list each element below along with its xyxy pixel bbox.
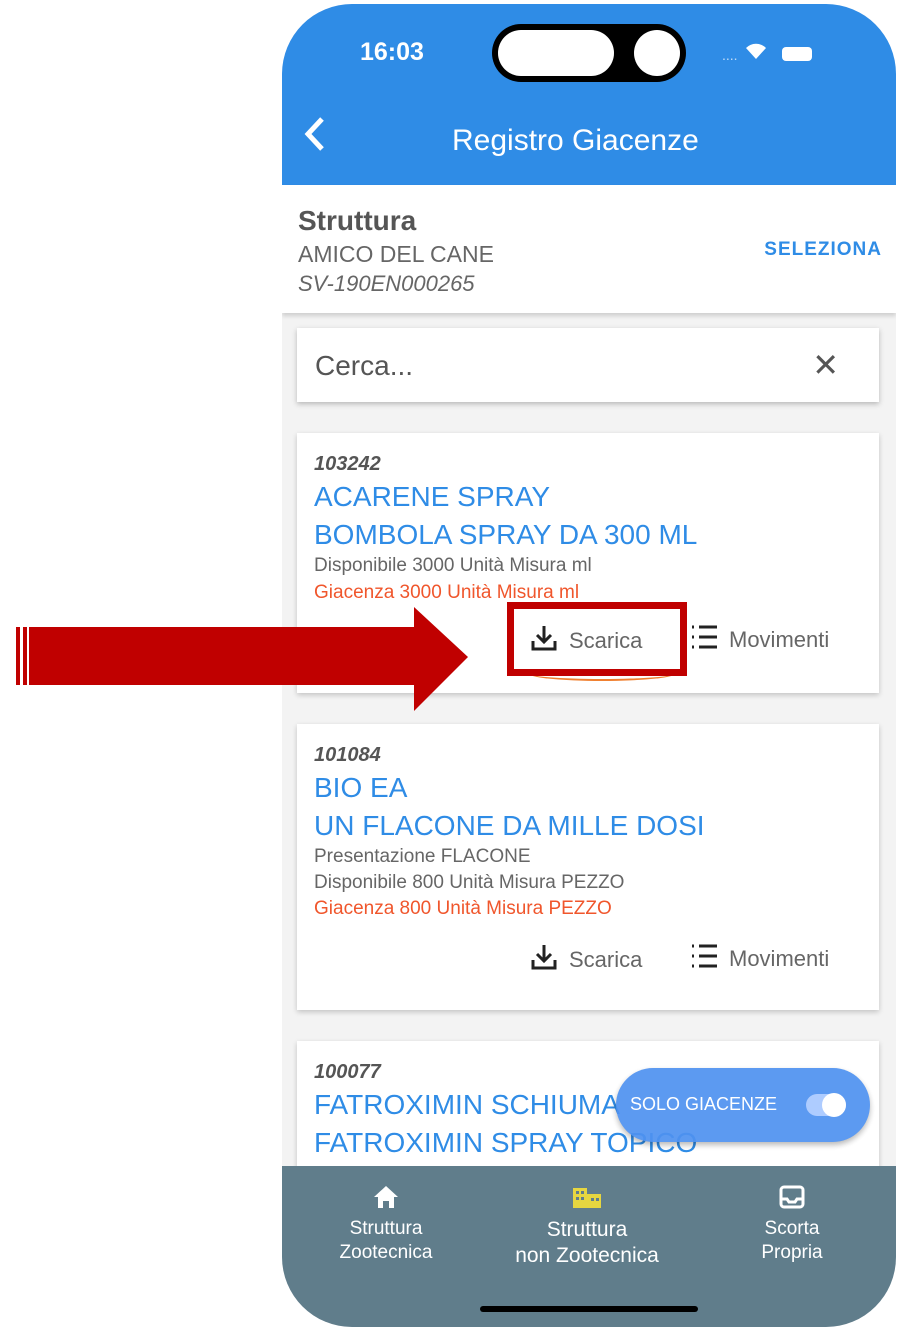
- toggle-switch[interactable]: [806, 1093, 846, 1117]
- nav-item-scorta-propria[interactable]: Scorta Propria: [738, 1184, 846, 1265]
- product-name[interactable]: ACARENE SPRAY: [314, 481, 550, 513]
- app-header: 16:03 .... Registro Giacenze: [282, 4, 896, 185]
- struttura-code: SV-190EN000265: [298, 271, 475, 296]
- nav-label-line2: Zootecnica: [339, 1242, 433, 1263]
- nav-label-line1: Struttura: [349, 1218, 423, 1239]
- search-box: ✕: [297, 328, 879, 402]
- nav-label-line2: Propria: [761, 1242, 823, 1263]
- island-pill: [498, 30, 614, 76]
- list-icon: [689, 942, 719, 975]
- nav-label-line2: non Zootecnica: [515, 1244, 659, 1267]
- signal-icon: ....: [722, 47, 738, 63]
- giacenza-text: Giacenza 3000 Unità Misura ml: [314, 582, 580, 603]
- page-title: Registro Giacenze: [452, 124, 699, 157]
- product-code: 103242: [314, 453, 381, 475]
- home-icon: [326, 1184, 446, 1217]
- annotation-arrow-icon: [16, 607, 468, 711]
- movimenti-button[interactable]: Movimenti: [689, 942, 829, 975]
- struttura-heading: Struttura: [298, 205, 417, 236]
- product-name[interactable]: BIO EA: [314, 772, 407, 804]
- building-icon: [498, 1184, 676, 1217]
- scarica-label: Scarica: [569, 946, 643, 972]
- back-button[interactable]: [302, 116, 326, 159]
- struttura-name: AMICO DEL CANE: [298, 241, 494, 267]
- product-name[interactable]: FATROXIMIN SCHIUMA: [314, 1089, 620, 1121]
- product-card: 101084 BIO EA UN FLACONE DA MILLE DOSI P…: [297, 724, 879, 1010]
- fab-label: SOLO GIACENZE: [630, 1094, 778, 1114]
- wifi-icon: [744, 40, 774, 65]
- home-indicator: [480, 1306, 698, 1312]
- movimenti-label: Movimenti: [729, 945, 830, 971]
- movimenti-label: Movimenti: [729, 626, 830, 652]
- list-icon: [689, 623, 719, 656]
- disponibile-text: Disponibile 800 Unità Misura PEZZO: [314, 872, 625, 893]
- nav-label-line1: Struttura: [546, 1218, 628, 1241]
- battery-icon: [781, 47, 812, 62]
- status-icons: ....: [722, 40, 812, 66]
- inbox-icon: [738, 1184, 846, 1217]
- download-icon: [529, 942, 559, 977]
- status-time: 16:03: [360, 38, 424, 66]
- product-code: 100077: [314, 1061, 381, 1083]
- product-description[interactable]: BOMBOLA SPRAY DA 300 ML: [314, 519, 697, 551]
- disponibile-text: Disponibile 3000 Unità Misura ml: [314, 555, 592, 576]
- product-code: 101084: [314, 744, 381, 766]
- movimenti-button[interactable]: Movimenti: [689, 623, 829, 656]
- bottom-nav: Struttura Zootecnica Struttura non Zoote…: [282, 1166, 896, 1327]
- nav-label-line1: Scorta: [764, 1218, 820, 1239]
- island-dot: [634, 30, 680, 76]
- giacenza-text: Giacenza 800 Unità Misura PEZZO: [314, 898, 612, 919]
- chevron-left-icon: [304, 117, 324, 151]
- nav-item-struttura-zootecnica[interactable]: Struttura Zootecnica: [326, 1184, 446, 1265]
- struttura-panel: Struttura AMICO DEL CANE SV-190EN000265 …: [282, 185, 896, 313]
- solo-giacenze-toggle-button[interactable]: SOLO GIACENZE: [616, 1068, 870, 1142]
- search-input[interactable]: [313, 346, 777, 386]
- close-icon[interactable]: ✕: [812, 346, 839, 384]
- presentazione-text: Presentazione FLACONE: [314, 846, 531, 867]
- toggle-knob: [822, 1093, 846, 1117]
- annotation-highlight-box: [507, 602, 687, 676]
- nav-item-struttura-non-zootecnica[interactable]: Struttura non Zootecnica: [498, 1184, 676, 1269]
- product-description[interactable]: UN FLACONE DA MILLE DOSI: [314, 810, 705, 842]
- dynamic-island: [492, 24, 686, 82]
- scarica-button[interactable]: Scarica: [529, 942, 642, 977]
- seleziona-button[interactable]: SELEZIONA: [764, 239, 882, 261]
